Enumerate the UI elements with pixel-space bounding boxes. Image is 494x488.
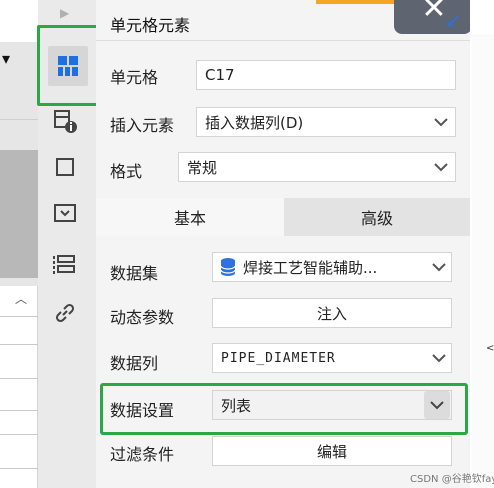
insert-element-select[interactable]: 插入数据列(D) <box>196 107 456 137</box>
style-tab[interactable] <box>50 152 80 182</box>
watermark: CSDN @谷艳钦faye <box>410 474 494 485</box>
canvas-header <box>0 0 38 42</box>
data-column-select[interactable]: PIPE_DIAMETER <box>212 343 452 373</box>
grid-line <box>0 119 38 120</box>
data-column-value: PIPE_DIAMETER <box>221 350 336 366</box>
link-icon <box>55 303 75 323</box>
divider <box>96 40 470 41</box>
tab-advanced[interactable]: 高级 <box>284 198 470 236</box>
insert-element-value: 插入数据列(D) <box>205 113 304 132</box>
highlight-box <box>37 25 101 106</box>
insert-element-label: 插入元素 <box>110 116 175 135</box>
chevron-down-icon[interactable] <box>428 108 454 136</box>
inject-button[interactable]: 注入 <box>212 298 452 328</box>
dataset-select[interactable]: 焊接工艺智能辅助... <box>212 252 452 282</box>
edit-filter-button[interactable]: 编辑 <box>212 436 452 466</box>
condition-tab[interactable] <box>50 250 80 280</box>
orange-accent <box>316 0 394 4</box>
sort-icon[interactable]: ▾ <box>2 50 18 68</box>
cell-info-icon <box>54 110 77 133</box>
database-icon <box>220 258 236 276</box>
condition-icon <box>53 255 75 274</box>
format-value: 常规 <box>187 158 218 177</box>
panel-title: 单元格元素 <box>110 16 191 35</box>
format-select[interactable]: 常规 <box>178 152 456 182</box>
dataset-value: 焊接工艺智能辅助... <box>243 258 378 277</box>
dataset-label: 数据集 <box>110 264 159 283</box>
filter-label: 过滤条件 <box>110 445 175 464</box>
format-label: 格式 <box>110 162 143 181</box>
dynamic-param-label: 动态参数 <box>110 308 175 327</box>
hyperlink-tab[interactable] <box>50 298 80 328</box>
canvas-grid <box>0 286 38 488</box>
scroll-up-icon[interactable]: ︿ <box>10 290 32 308</box>
canvas-gray-area <box>0 150 38 278</box>
border-icon <box>56 158 74 176</box>
cell-attribute-tab[interactable] <box>50 106 80 136</box>
chevron-down-icon[interactable] <box>428 153 454 181</box>
cell-label: 单元格 <box>110 68 159 87</box>
cell-input[interactable]: C17 <box>196 60 456 90</box>
highlight-box <box>100 383 468 435</box>
data-column-label: 数据列 <box>110 354 159 373</box>
play-icon: ▶ <box>60 6 70 20</box>
right-edge-marker: < <box>486 343 494 354</box>
dropdown-box-icon <box>54 204 76 222</box>
tab-basic[interactable]: 基本 <box>96 198 284 236</box>
widget-tab[interactable] <box>50 198 80 228</box>
chevron-down-icon[interactable] <box>426 253 452 281</box>
right-edge-panel <box>472 34 494 488</box>
chevron-down-icon[interactable] <box>426 344 452 372</box>
collapse-arrow-icon[interactable]: ↙ <box>442 8 464 32</box>
